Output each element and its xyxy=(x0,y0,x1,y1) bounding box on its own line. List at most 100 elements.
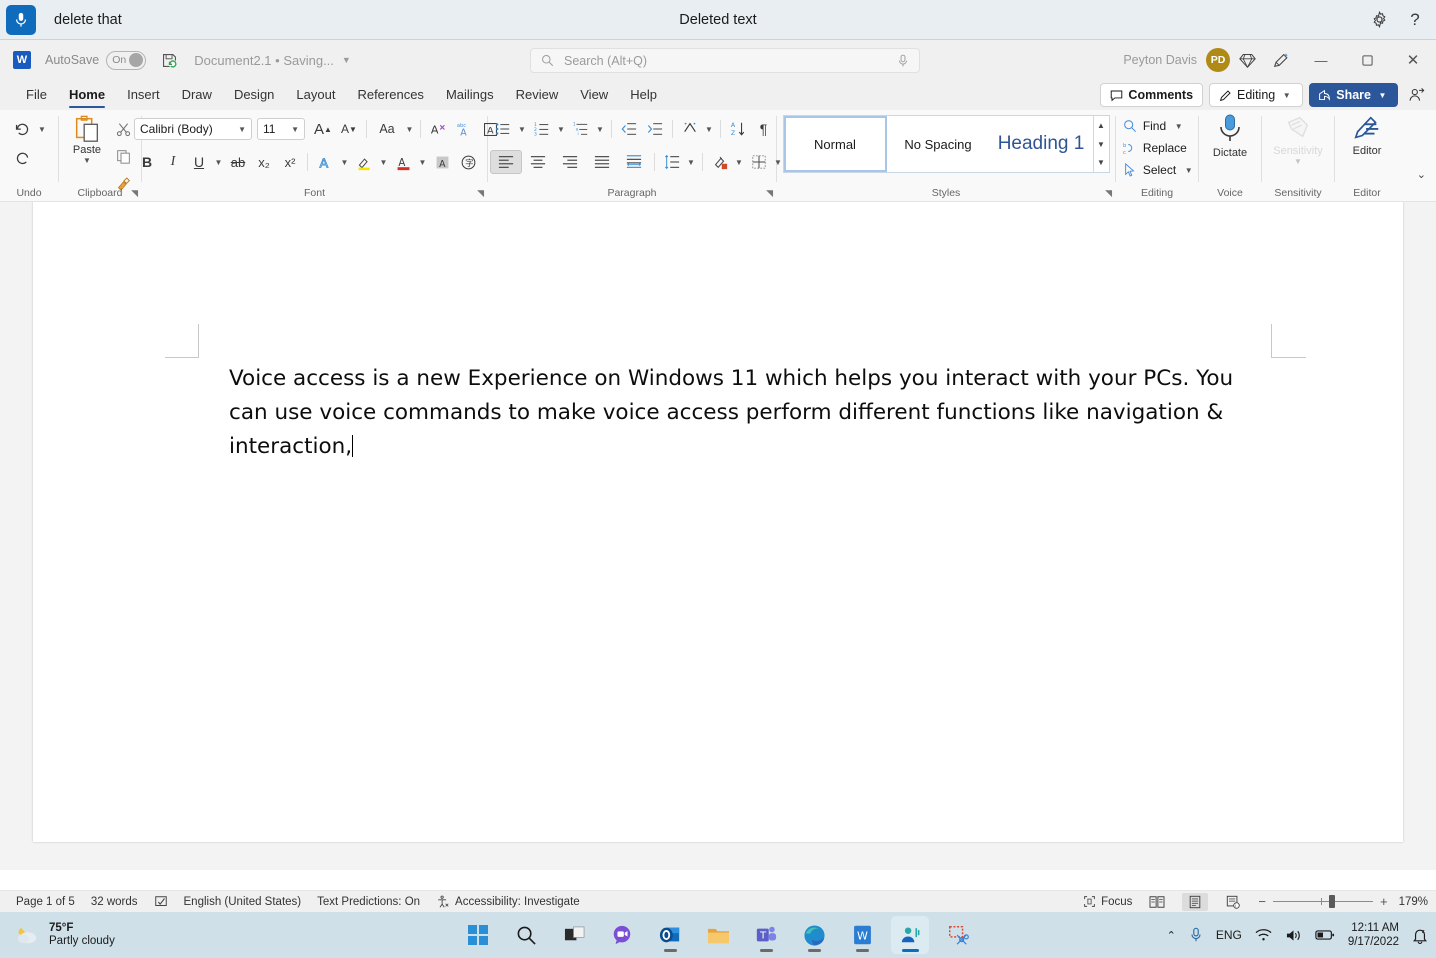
diamond-icon[interactable] xyxy=(1230,45,1264,75)
text-predictions[interactable]: Text Predictions: On xyxy=(317,896,420,908)
teams-button[interactable]: T xyxy=(747,916,785,954)
tab-insert[interactable]: Insert xyxy=(116,80,171,110)
subscript-button[interactable]: x₂ xyxy=(251,149,277,175)
person-arrow-icon[interactable] xyxy=(1404,83,1428,107)
tab-design[interactable]: Design xyxy=(223,80,285,110)
justify-icon[interactable] xyxy=(586,149,618,175)
search-button[interactable] xyxy=(507,916,545,954)
voice-access-button[interactable] xyxy=(891,916,929,954)
close-button[interactable]: ✕ xyxy=(1390,40,1436,80)
font-size-input[interactable]: 11 ▼ xyxy=(257,118,305,140)
change-case-button[interactable]: Aa xyxy=(371,116,403,142)
task-view-button[interactable] xyxy=(555,916,593,954)
align-right-icon[interactable] xyxy=(554,149,586,175)
document-text[interactable]: Voice access is a new Experience on Wind… xyxy=(229,362,1269,464)
chevron-down-icon[interactable]: ▼ xyxy=(1094,135,1109,154)
comments-button[interactable]: Comments xyxy=(1100,83,1203,107)
paste-button[interactable]: Paste ▼ xyxy=(64,114,110,165)
chevron-down-icon[interactable]: ▼ xyxy=(594,125,607,134)
word-count[interactable]: 32 words xyxy=(91,896,138,908)
redo-icon[interactable] xyxy=(10,145,36,171)
zoom-level[interactable]: 179% xyxy=(1399,896,1428,908)
multilevel-list-icon[interactable]: 1ai xyxy=(568,116,594,142)
proofing-icon[interactable] xyxy=(154,895,168,909)
chevron-up-icon[interactable]: ▲ xyxy=(1094,116,1109,135)
enclose-characters-icon[interactable]: 字 xyxy=(455,149,481,175)
chevron-down-icon[interactable]: ▼ xyxy=(555,125,568,134)
chevron-up-icon[interactable]: ⌃ xyxy=(1167,929,1176,942)
grow-font-icon[interactable]: A▲ xyxy=(310,116,336,142)
chevron-down-icon[interactable]: ▼ xyxy=(291,125,299,134)
editor-button[interactable]: Editor xyxy=(1337,113,1397,185)
pen-sparkle-icon[interactable] xyxy=(1264,45,1298,75)
volume-icon[interactable] xyxy=(1285,928,1302,943)
chevron-down-icon[interactable]: ▼ xyxy=(81,156,94,165)
restore-button[interactable] xyxy=(1344,40,1390,80)
sort-icon[interactable] xyxy=(677,116,703,142)
clock[interactable]: 12:11 AM 9/17/2022 xyxy=(1348,921,1399,949)
zoom-out-button[interactable]: − xyxy=(1258,894,1266,909)
tab-draw[interactable]: Draw xyxy=(171,80,223,110)
text-effects-icon[interactable]: A xyxy=(312,149,338,175)
character-shading-icon[interactable]: A xyxy=(429,149,455,175)
tab-view[interactable]: View xyxy=(569,80,619,110)
start-button[interactable] xyxy=(459,916,497,954)
tab-mailings[interactable]: Mailings xyxy=(435,80,505,110)
language-indicator[interactable]: ENG xyxy=(1216,928,1242,942)
share-button[interactable]: Share ▼ xyxy=(1309,83,1398,107)
undo-icon[interactable] xyxy=(10,116,36,142)
select-button[interactable]: Select ▼ xyxy=(1119,159,1195,181)
increase-indent-icon[interactable] xyxy=(642,116,668,142)
minimize-button[interactable]: — xyxy=(1298,40,1344,80)
clipboard-dialog-launcher[interactable]: ◥ xyxy=(131,188,138,199)
styles-scrollbar[interactable]: ▲ ▼ ▼ xyxy=(1093,116,1109,172)
chevron-down-icon[interactable]: ▼ xyxy=(685,158,698,167)
sensitivity-button[interactable]: Sensitivity ▼ xyxy=(1263,113,1333,185)
chevron-down-icon[interactable]: ▼ xyxy=(516,125,529,134)
tab-layout[interactable]: Layout xyxy=(285,80,346,110)
paragraph-dialog-launcher[interactable]: ◥ xyxy=(766,188,773,199)
chevron-down-icon[interactable]: ▼ xyxy=(36,125,49,134)
save-sync-icon[interactable] xyxy=(158,49,180,71)
battery-icon[interactable] xyxy=(1315,929,1335,941)
bullet-list-icon[interactable] xyxy=(490,116,516,142)
accessibility-status[interactable]: Accessibility: Investigate xyxy=(436,895,580,909)
line-spacing-icon[interactable] xyxy=(659,149,685,175)
print-layout-icon[interactable] xyxy=(1182,893,1208,911)
word-button[interactable]: W xyxy=(843,916,881,954)
edge-button[interactable] xyxy=(795,916,833,954)
microphone-icon[interactable] xyxy=(897,54,909,68)
distributed-icon[interactable] xyxy=(618,149,650,175)
chevron-down-icon[interactable]: ▼ xyxy=(238,125,246,134)
borders-icon[interactable] xyxy=(746,149,772,175)
bold-button[interactable]: B xyxy=(134,149,160,175)
zoom-slider[interactable]: − + 179% xyxy=(1258,894,1428,909)
style-normal[interactable]: Normal xyxy=(784,116,887,172)
tab-references[interactable]: References xyxy=(346,80,434,110)
focus-button[interactable]: Focus xyxy=(1083,895,1132,908)
web-layout-icon[interactable]: i xyxy=(1220,893,1246,911)
autosave-toggle[interactable]: On xyxy=(106,51,146,70)
clear-formatting-icon[interactable]: A xyxy=(425,116,451,142)
phonetic-guide-icon[interactable]: abcA xyxy=(451,116,477,142)
paragraph-shading-icon[interactable] xyxy=(707,149,733,175)
decrease-indent-icon[interactable] xyxy=(616,116,642,142)
superscript-button[interactable]: x² xyxy=(277,149,303,175)
document-title[interactable]: Document2.1 • Saving... xyxy=(194,53,334,68)
chevron-down-icon[interactable]: ▼ xyxy=(703,125,716,134)
chevron-down-icon[interactable]: ▼ xyxy=(403,125,416,134)
chevron-down-icon[interactable]: ▼ xyxy=(1182,166,1195,175)
find-button[interactable]: Find ▼ xyxy=(1119,115,1185,137)
zoom-track[interactable] xyxy=(1273,901,1373,902)
text-highlight-icon[interactable] xyxy=(351,149,377,175)
chat-button[interactable] xyxy=(603,916,641,954)
strikethrough-icon[interactable]: ab xyxy=(225,149,251,175)
tab-review[interactable]: Review xyxy=(505,80,570,110)
dictate-button[interactable]: Dictate xyxy=(1200,113,1260,185)
chevron-down-icon[interactable]: ▼ xyxy=(377,158,390,167)
align-left-icon[interactable] xyxy=(490,150,522,174)
italic-button[interactable]: I xyxy=(160,149,186,175)
avatar[interactable]: PD xyxy=(1206,48,1230,72)
snipping-tool-button[interactable] xyxy=(939,916,977,954)
chevron-down-icon[interactable]: ▼ xyxy=(1172,122,1185,131)
